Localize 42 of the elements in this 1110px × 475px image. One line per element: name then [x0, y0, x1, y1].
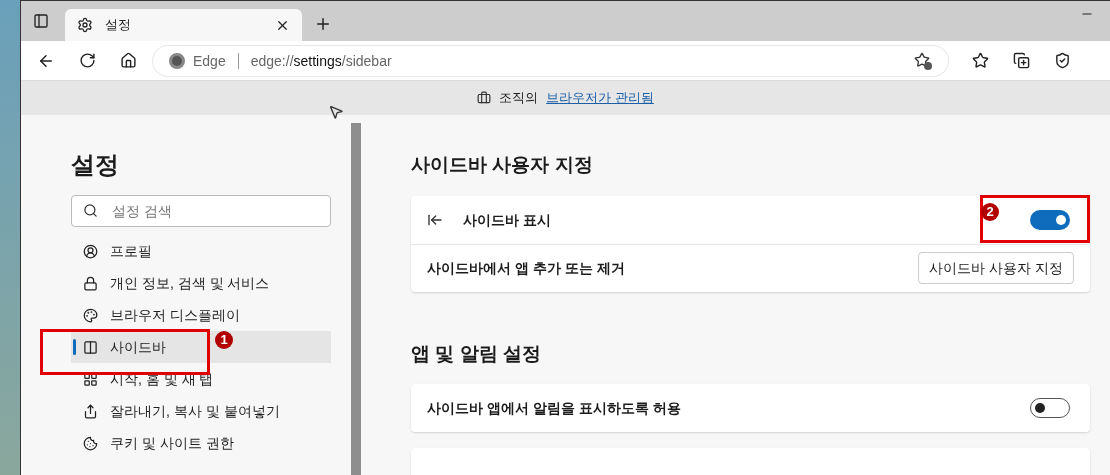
- share-icon: [83, 403, 98, 419]
- browser-tab[interactable]: 설정: [65, 9, 302, 41]
- profile-icon: [83, 243, 98, 259]
- nav-item[interactable]: 개인 정보, 검색 및 서비스: [71, 267, 331, 299]
- nav-item[interactable]: 쿠키 및 사이트 권한: [71, 427, 331, 459]
- managed-link[interactable]: 브라우저가 관리됨: [546, 88, 654, 108]
- search-icon: [83, 203, 98, 218]
- nav-item[interactable]: 잘라내기, 복사 및 붙여넣기: [71, 395, 331, 427]
- collections-icon[interactable]: [1013, 52, 1030, 69]
- setting-label: 사이드바 표시: [463, 210, 551, 230]
- sidebar-icon: [83, 339, 98, 355]
- section-title: 사이드바 사용자 지정: [411, 153, 594, 177]
- cookie-icon: [83, 435, 98, 451]
- tab-actions-icon[interactable]: [33, 13, 49, 29]
- setting-label: 사이드바에서 앱 추가 또는 제거: [427, 259, 626, 278]
- refresh-icon[interactable]: [79, 52, 96, 69]
- url-text: edge://settings/sidebar: [250, 51, 393, 71]
- home-icon[interactable]: [120, 52, 137, 69]
- nav-item[interactable]: 브라우저 디스플레이: [71, 299, 331, 331]
- edge-logo-icon: [169, 52, 185, 69]
- toggle-switch[interactable]: [1030, 398, 1070, 418]
- step-number-badge: 2: [981, 203, 999, 221]
- toggle-switch[interactable]: [1030, 209, 1070, 230]
- mouse-pointer-icon: [328, 104, 344, 120]
- search-field[interactable]: 설정 검색: [71, 195, 331, 227]
- palette-icon: [83, 307, 98, 323]
- customize-button[interactable]: 사이드바 사용자 지정: [918, 252, 1074, 284]
- info-text: 조직의: [499, 89, 539, 108]
- new-tab-icon[interactable]: [314, 15, 332, 33]
- lock-icon: [83, 275, 98, 291]
- settings-icon: [77, 17, 93, 33]
- add-favorite-icon[interactable]: [914, 51, 932, 70]
- setting-label: 사이드바 앱에서 알림을 표시하도록 허용: [427, 399, 681, 418]
- nav-item[interactable]: 프로필: [71, 235, 331, 267]
- briefcase-icon: [477, 91, 492, 105]
- address-field[interactable]: Edge edge://settings/sidebar: [153, 45, 948, 76]
- section-title: 앱 및 알림 설정: [411, 341, 542, 366]
- tab-title: 설정: [105, 16, 132, 35]
- sidebar-title: 설정: [71, 150, 120, 180]
- shield-icon[interactable]: [1054, 52, 1071, 69]
- favorites-icon[interactable]: [972, 52, 989, 69]
- site-label: Edge: [193, 51, 226, 71]
